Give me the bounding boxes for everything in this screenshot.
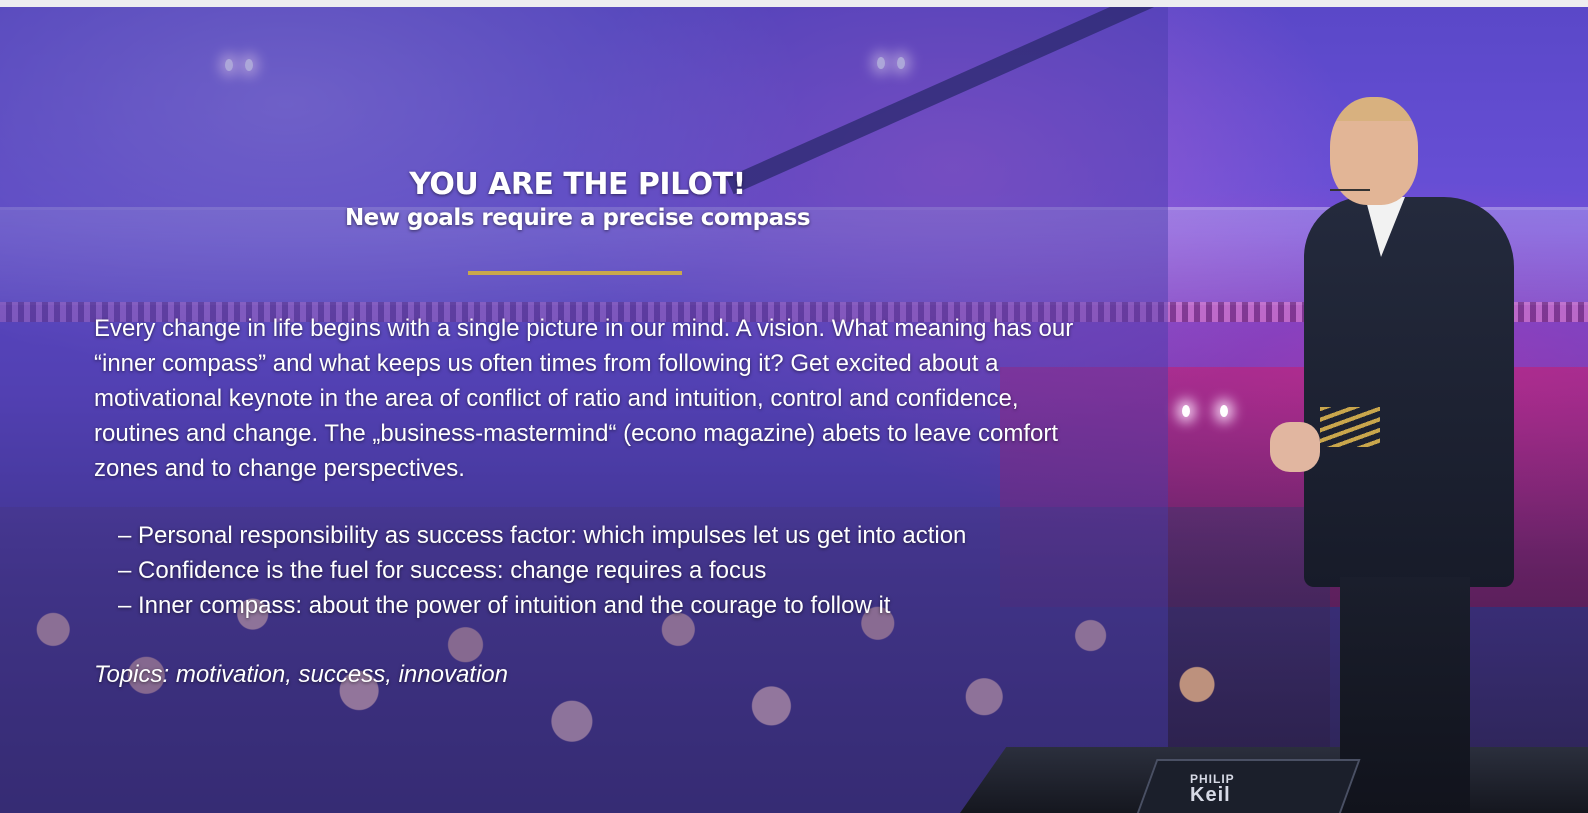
hero-title: YOU ARE THE PILOT! (409, 167, 746, 202)
topics-line: Topics: motivation, success, innovation (94, 661, 508, 688)
list-item: – Inner compass: about the power of intu… (118, 592, 891, 619)
key-points-list: – Personal responsibility as success fac… (118, 518, 1118, 623)
wall-lamp (1182, 405, 1190, 417)
monitor-label-line2: Keil (1190, 784, 1231, 806)
hero-content: YOU ARE THE PILOT! New goals require a p… (0, 7, 1168, 813)
top-bar (0, 0, 1588, 7)
intro-paragraph: Every change in life begins with a singl… (94, 315, 1074, 482)
stage-monitor (1135, 759, 1361, 813)
title-divider (468, 271, 682, 275)
headset-mic (1330, 189, 1370, 191)
speaker-photo (1270, 97, 1530, 813)
speaker-uniform (1304, 197, 1514, 587)
list-item: – Personal responsibility as success fac… (118, 522, 967, 549)
uniform-stripes (1320, 407, 1380, 447)
speaker-hands (1270, 422, 1320, 472)
stage-monitor-label: PHILIP Keil (1190, 773, 1235, 805)
list-item: – Confidence is the fuel for success: ch… (118, 557, 767, 584)
hero-subtitle: New goals require a precise compass (344, 205, 811, 231)
hero-section: PHILIP Keil YOU ARE THE PILOT! New goals… (0, 7, 1588, 813)
wall-lamp (1220, 405, 1228, 417)
speaker-legs (1340, 577, 1470, 813)
